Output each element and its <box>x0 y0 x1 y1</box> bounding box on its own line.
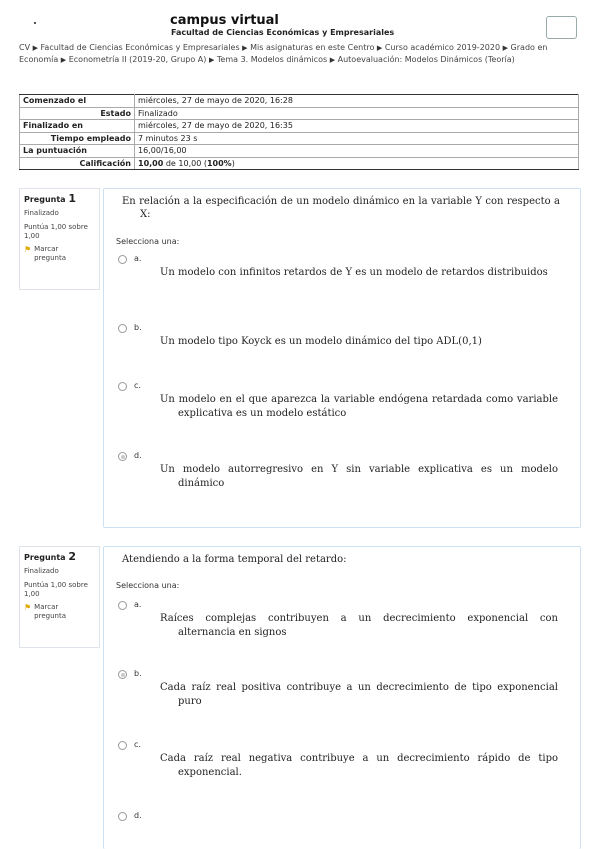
breadcrumb-separator-icon: ▶ <box>32 44 38 52</box>
grade-score: 10,00 <box>138 158 164 168</box>
user-menu-button[interactable] <box>546 16 577 39</box>
summary-value: 7 minutos 23 s <box>134 131 579 145</box>
grade-of: de 10,00 ( <box>163 158 207 168</box>
option-text[interactable]: Raíces complejas contribuyen a un decrec… <box>160 612 558 640</box>
breadcrumb-separator-icon: ▶ <box>502 44 508 52</box>
breadcrumb-item-my-courses[interactable]: Mis asignaturas en este Centro <box>250 43 374 52</box>
breadcrumb-separator-icon: ▶ <box>60 56 67 65</box>
flag-question-button[interactable]: ⚑ Marcar pregunta <box>24 245 78 263</box>
summary-row: Finalizado en miércoles, 27 de mayo de 2… <box>19 119 579 133</box>
summary-value: Finalizado <box>134 106 579 120</box>
option-letter: a. <box>134 254 142 263</box>
summary-row: Calificación 10,00 de 10,00 (100%) <box>19 156 579 170</box>
breadcrumb-separator-icon: ▶ <box>208 56 215 65</box>
question-content-box: Atendiendo a la forma temporal del retar… <box>103 546 581 849</box>
grade-close: ) <box>231 158 235 168</box>
option-letter: c. <box>134 740 141 749</box>
summary-value: miércoles, 27 de mayo de 2020, 16:28 <box>134 94 579 108</box>
option-text[interactable]: Un modelo autorregresivo en Y sin variab… <box>160 463 558 491</box>
question-grade: Puntúa 1,00 sobre 1,00 <box>24 223 88 240</box>
breadcrumb-item-cv[interactable]: CV <box>19 43 30 52</box>
question-info-panel: Pregunta 1 Finalizado Puntúa 1,00 sobre … <box>19 188 100 290</box>
flag-question-label: Marcar pregunta <box>34 603 66 620</box>
summary-grade-value: 10,00 de 10,00 (100%) <box>134 156 579 170</box>
question-info-panel: Pregunta 2 Finalizado Puntúa 1,00 sobre … <box>19 546 100 648</box>
summary-label: Finalizado en <box>19 119 135 133</box>
summary-row: Estado Finalizado <box>19 106 579 120</box>
question-text: En relación a la especificación de un mo… <box>122 196 560 220</box>
breadcrumb-item-quiz[interactable]: Autoevaluación: Modelos Dinámicos (Teorí… <box>338 55 515 64</box>
question-grade: Puntúa 1,00 sobre 1,00 <box>24 581 88 598</box>
option-letter: b. <box>134 323 142 332</box>
summary-label: Tiempo empleado <box>19 131 135 145</box>
radio-button[interactable] <box>118 812 127 821</box>
option-text[interactable]: Un modelo en el que aparezca la variable… <box>160 393 558 421</box>
flag-question-button[interactable]: ⚑ Marcar pregunta <box>24 603 78 621</box>
breadcrumb-item-faculty[interactable]: Facultad de Ciencias Económicas y Empres… <box>41 43 240 52</box>
summary-value: 16,00/16,00 <box>134 144 579 158</box>
breadcrumb-separator-icon: ▶ <box>376 44 383 52</box>
breadcrumb-item-topic[interactable]: Tema 3. Modelos dinámicos <box>217 55 327 64</box>
question-text: Atendiendo a la forma temporal del retar… <box>122 554 347 565</box>
radio-button[interactable] <box>118 741 127 750</box>
breadcrumb-item-academic-year[interactable]: Curso académico 2019-2020 <box>385 43 500 52</box>
radio-button-selected[interactable] <box>118 452 127 461</box>
question-number: Pregunta 1 <box>24 192 76 205</box>
radio-button[interactable] <box>118 382 127 391</box>
option-letter: c. <box>134 381 141 390</box>
breadcrumb-separator-icon: ▶ <box>242 44 248 52</box>
radio-button[interactable] <box>118 601 127 610</box>
option-text[interactable]: Un modelo tipo Koyck es un modelo dinámi… <box>160 335 558 349</box>
option-letter: d. <box>134 811 142 820</box>
radio-button-selected[interactable] <box>118 670 127 679</box>
radio-button[interactable] <box>118 255 127 264</box>
grade-percent: 100% <box>206 158 232 168</box>
breadcrumb: CV ▶ Facultad de Ciencias Económicas y E… <box>19 42 559 67</box>
summary-label: Comenzado el <box>19 94 135 108</box>
question-number-value: 2 <box>68 550 77 563</box>
breadcrumb-item-course[interactable]: Econometría II (2019-20, Grupo A) <box>69 55 207 64</box>
flag-question-label: Marcar pregunta <box>34 245 66 262</box>
option-text[interactable]: Un modelo con infinitos retardos de Y es… <box>160 266 558 280</box>
summary-label: Calificación <box>19 156 135 170</box>
option-letter: d. <box>134 451 142 460</box>
question-label: Pregunta <box>24 553 66 562</box>
option-text[interactable]: Cada raíz real negativa contribuye a un … <box>160 752 558 780</box>
option-letter: a. <box>134 600 142 609</box>
option-text[interactable]: Cada raíz real positiva contribuye a un … <box>160 681 558 709</box>
question-state: Finalizado <box>24 567 59 575</box>
site-title[interactable]: campus virtual <box>170 13 279 28</box>
site-subtitle: Facultad de Ciencias Económicas y Empres… <box>171 28 395 37</box>
question-content-box: En relación a la especificación de un mo… <box>103 188 581 528</box>
flag-icon: ⚑ <box>24 245 32 254</box>
question-number: Pregunta 2 <box>24 550 76 563</box>
answer-prompt: Selecciona una: <box>116 237 180 246</box>
summary-label: Estado <box>19 106 135 120</box>
question-state: Finalizado <box>24 209 59 217</box>
breadcrumb-separator-icon: ▶ <box>329 56 336 65</box>
summary-value: miércoles, 27 de mayo de 2020, 16:35 <box>134 119 579 133</box>
radio-button[interactable] <box>118 324 127 333</box>
attempt-summary-table: Comenzado el miércoles, 27 de mayo de 20… <box>19 94 579 170</box>
option-letter: b. <box>134 669 142 678</box>
flag-icon: ⚑ <box>24 603 32 612</box>
summary-label: La puntuación <box>19 144 135 158</box>
answer-prompt: Selecciona una: <box>116 581 180 590</box>
summary-row: Tiempo empleado 7 minutos 23 s <box>19 131 579 145</box>
summary-row: Comenzado el miércoles, 27 de mayo de 20… <box>19 94 579 108</box>
summary-row: La puntuación 16,00/16,00 <box>19 144 579 158</box>
question-label: Pregunta <box>24 195 66 204</box>
decorative-dot <box>34 22 36 24</box>
question-number-value: 1 <box>68 192 77 205</box>
